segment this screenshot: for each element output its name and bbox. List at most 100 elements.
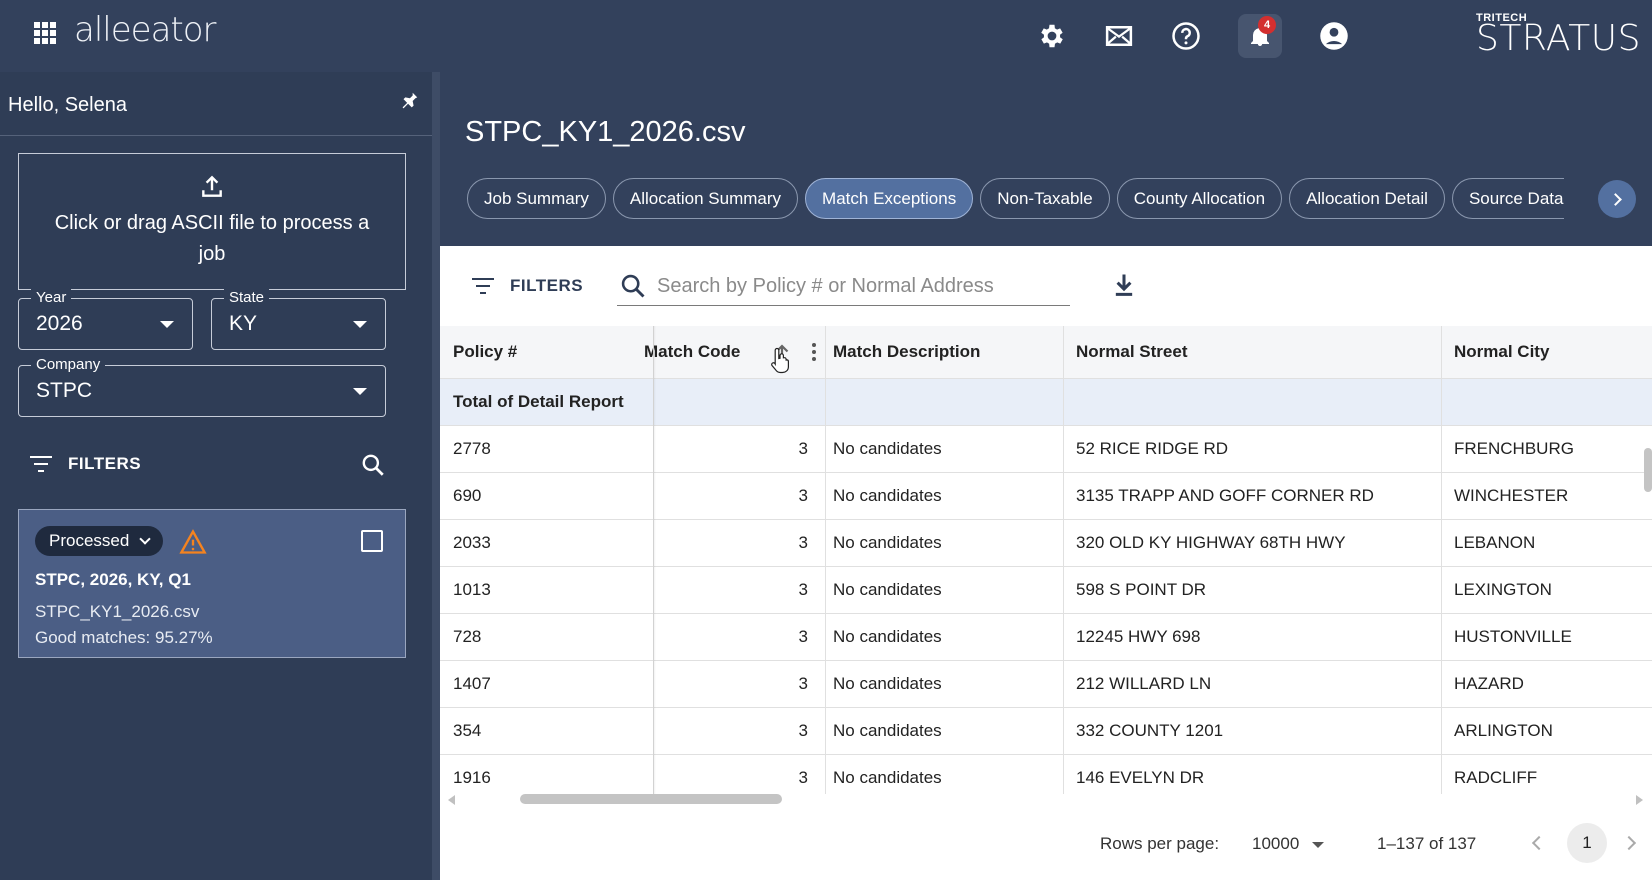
chevron-down-icon[interactable]: [1312, 842, 1324, 848]
vertical-scrollbar[interactable]: [1644, 448, 1652, 492]
chevron-down-icon: [139, 533, 151, 545]
cell-normal-city: ARLINGTON: [1454, 721, 1553, 740]
year-select[interactable]: Year 2026: [18, 289, 193, 350]
cell-match-description: No candidates: [833, 627, 942, 646]
state-value: KY: [229, 312, 258, 335]
pin-icon[interactable]: [398, 90, 420, 112]
scroll-right-arrow[interactable]: [1636, 795, 1643, 805]
job-title: STPC, 2026, KY, Q1: [35, 570, 191, 589]
cell-match-code: 3: [798, 674, 808, 693]
cell-policy: 354: [453, 721, 482, 740]
table-row[interactable]: 1013 3 No candidates 598 S POINT DR LEXI…: [440, 567, 1652, 614]
column-header-policy[interactable]: Policy #: [453, 326, 643, 378]
tab-match-exceptions[interactable]: Match Exceptions: [805, 178, 974, 219]
previous-page-icon[interactable]: [1531, 835, 1547, 851]
search-icon: [621, 274, 645, 298]
cell-normal-street: 320 OLD KY HIGHWAY 68TH HWY: [1076, 533, 1346, 552]
apps-grid-icon[interactable]: [34, 22, 56, 44]
cell-match-description: No candidates: [833, 768, 942, 787]
cell-normal-city: LEXINGTON: [1454, 580, 1552, 599]
cell-policy: 1407: [453, 674, 491, 693]
search-icon[interactable]: [360, 452, 386, 478]
cell-normal-city: RADCLIFF: [1454, 768, 1538, 787]
table-filters-button[interactable]: FILTERS: [472, 276, 583, 296]
cell-policy: 2033: [453, 533, 491, 552]
cell-match-code: 3: [798, 627, 808, 646]
column-header-match-description[interactable]: Match Description: [833, 326, 1063, 378]
company-select[interactable]: Company STPC: [18, 356, 386, 417]
table-row[interactable]: 2033 3 No candidates 320 OLD KY HIGHWAY …: [440, 520, 1652, 567]
column-header-normal-street[interactable]: Normal Street: [1076, 326, 1436, 378]
tab-allocation-summary[interactable]: Allocation Summary: [612, 178, 799, 219]
job-select-checkbox[interactable]: [361, 530, 383, 552]
status-dropdown-chip[interactable]: Processed: [35, 526, 164, 556]
sidebar-filters-button[interactable]: FILTERS: [30, 454, 141, 474]
cell-match-code: 3: [798, 580, 808, 599]
table-row[interactable]: 690 3 No candidates 3135 TRAPP AND GOFF …: [440, 473, 1652, 520]
cell-match-code: 3: [798, 439, 808, 458]
status-label: Processed: [49, 531, 130, 550]
download-icon[interactable]: [1110, 270, 1138, 300]
table-search: [617, 266, 1070, 306]
file-upload-dropzone[interactable]: Click or drag ASCII file to process a jo…: [18, 153, 406, 290]
tab-allocation-detail[interactable]: Allocation Detail: [1289, 178, 1445, 219]
tab-county-allocation[interactable]: County Allocation: [1116, 178, 1283, 219]
cell-normal-street: 212 WILLARD LN: [1076, 674, 1212, 693]
job-card[interactable]: Processed STPC, 2026, KY, Q1 STPC_KY1_20…: [18, 509, 406, 658]
cell-match-code: 3: [798, 768, 808, 787]
cell-normal-city: LEBANON: [1454, 533, 1536, 552]
sidebar-filters-label: FILTERS: [68, 454, 142, 473]
cell-match-description: No candidates: [833, 721, 942, 740]
settings-gear-icon[interactable]: [1030, 14, 1074, 58]
greeting: Hello, Selena: [8, 94, 127, 116]
table-row[interactable]: 728 3 No candidates 12245 HWY 698 HUSTON…: [440, 614, 1652, 661]
chevron-down-icon: [353, 321, 367, 328]
rows-per-page-label: Rows per page:: [1100, 834, 1220, 853]
current-page-button[interactable]: 1: [1567, 823, 1607, 863]
cell-normal-street: 332 COUNTY 1201: [1076, 721, 1224, 740]
cell-policy: 690: [453, 486, 482, 505]
cell-policy: 728: [453, 627, 482, 646]
notifications-bell-icon[interactable]: 4: [1238, 14, 1282, 58]
table-row[interactable]: 1916 3 No candidates 146 EVELYN DR RADCL…: [440, 755, 1652, 794]
app-logo[interactable]: alleeator: [74, 10, 217, 50]
job-file-name: STPC_KY1_2026.csv: [35, 602, 200, 621]
year-label: Year: [31, 289, 72, 306]
cell-match-description: No candidates: [833, 533, 942, 552]
rows-per-page-select[interactable]: 10000: [1252, 834, 1299, 854]
cell-match-description: No candidates: [833, 439, 942, 458]
sidebar: Hello, Selena Click or drag ASCII file t…: [0, 72, 432, 880]
cell-normal-city: HUSTONVILLE: [1454, 627, 1572, 646]
next-page-icon[interactable]: [1621, 835, 1637, 851]
search-input[interactable]: [657, 272, 1057, 300]
tab-non-taxable[interactable]: Non-Taxable: [980, 178, 1110, 219]
report-panel: FILTERS Policy # Match Code Match Descri…: [440, 246, 1652, 880]
cell-match-code: 3: [798, 533, 808, 552]
tab-job-summary[interactable]: Job Summary: [467, 178, 606, 219]
table-row[interactable]: 1407 3 No candidates 212 WILLARD LN HAZA…: [440, 661, 1652, 708]
hand-cursor-icon: [771, 347, 789, 374]
column-divider[interactable]: [825, 326, 826, 794]
tabs-scroll-right-button[interactable]: [1598, 180, 1636, 218]
scroll-left-arrow[interactable]: [448, 795, 455, 805]
table-row[interactable]: 354 3 No candidates 332 COUNTY 1201 ARLI…: [440, 708, 1652, 755]
column-divider[interactable]: [1441, 326, 1442, 794]
column-header-normal-city[interactable]: Normal City: [1454, 326, 1644, 378]
help-icon[interactable]: [1164, 14, 1208, 58]
filter-icon: [472, 277, 496, 295]
cell-match-code: 3: [798, 721, 808, 740]
horizontal-scrollbar[interactable]: [520, 794, 782, 804]
table-row[interactable]: 2778 3 No candidates 52 RICE RIDGE RD FR…: [440, 426, 1652, 473]
cell-match-description: No candidates: [833, 580, 942, 599]
account-icon[interactable]: [1312, 14, 1356, 58]
column-menu-icon[interactable]: [812, 343, 816, 361]
column-divider[interactable]: [1063, 326, 1064, 794]
tab-source-data[interactable]: Source Data: [1451, 178, 1564, 219]
state-select[interactable]: State KY: [211, 289, 386, 350]
mail-icon[interactable]: [1097, 14, 1141, 58]
cell-normal-city: FRENCHBURG: [1454, 439, 1574, 458]
sidebar-resize-handle[interactable]: [432, 72, 440, 880]
chevron-down-icon: [353, 388, 367, 395]
total-label: Total of Detail Report: [453, 392, 624, 411]
table-header-row: Policy # Match Code Match Description No…: [440, 326, 1652, 379]
